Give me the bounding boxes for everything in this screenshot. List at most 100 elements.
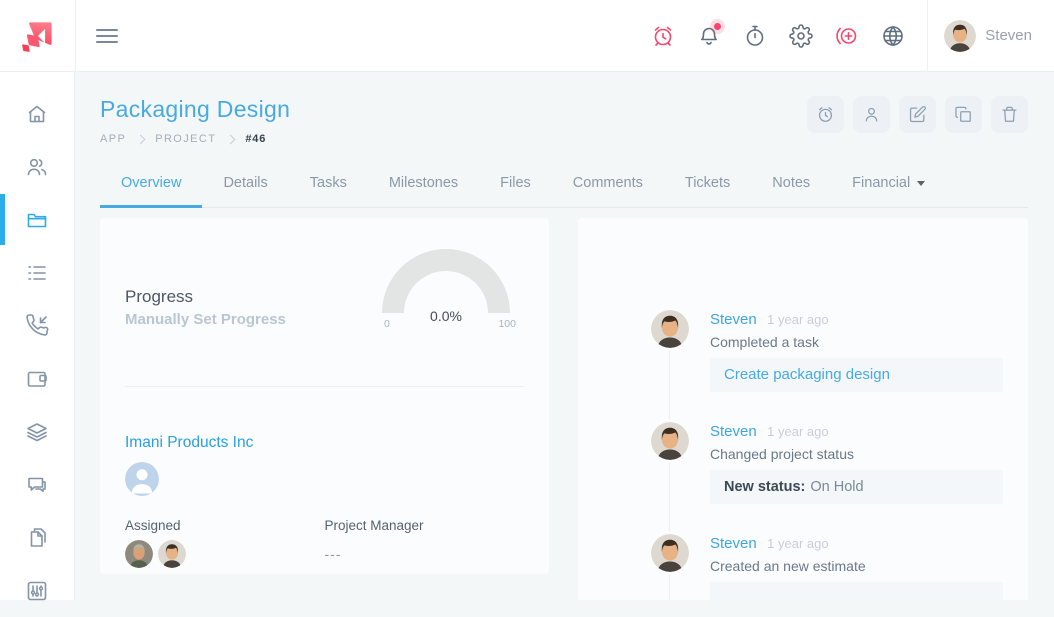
assigned-avatar[interactable] [125, 540, 153, 568]
main-content: Packaging Design APP PROJECT #46 Overvie… [76, 72, 1054, 600]
project-manager-value: --- [324, 546, 342, 562]
progress-gauge: 0.0% 0 100 [376, 243, 516, 330]
duplicate-button[interactable] [945, 96, 982, 133]
user-name: Steven [985, 27, 1032, 44]
sidebar-item-tasks[interactable] [0, 246, 74, 299]
status-label: New status: [724, 479, 806, 495]
activity-timestamp: 1 year ago [767, 424, 829, 439]
activity-action: Completed a task [710, 334, 819, 350]
user-avatar [944, 20, 976, 52]
pages-icon [30, 527, 46, 547]
delete-button[interactable] [991, 96, 1028, 133]
breadcrumb-app[interactable]: APP [100, 133, 126, 145]
sidebar-item-home[interactable] [0, 87, 74, 140]
activity-timestamp: 1 year ago [767, 536, 829, 551]
sidebar-item-chat[interactable] [0, 458, 74, 511]
user-link[interactable]: Steven [710, 423, 757, 440]
notifications-bell-icon[interactable] [697, 22, 722, 48]
sidebar-nav [0, 72, 75, 600]
home-icon [28, 105, 46, 122]
tab-tasks[interactable]: Tasks [310, 175, 347, 207]
timer-icon[interactable] [743, 24, 767, 48]
sidebar-item-stack[interactable] [0, 405, 74, 458]
activity-user-avatar [648, 531, 692, 575]
reminder-button[interactable] [807, 96, 844, 133]
tab-financial[interactable]: Financial [852, 175, 926, 207]
chevron-right-icon [135, 134, 146, 144]
brand-logo-icon [21, 21, 52, 52]
tab-milestones[interactable]: Milestones [389, 175, 458, 207]
project-tabs: Overview Details Tasks Milestones Files … [99, 175, 1028, 208]
activity-item: Steven 1 year ago Changed project status… [603, 419, 1003, 504]
activity-card: Steven 1 year ago Completed a task Creat… [578, 218, 1028, 600]
assign-user-button[interactable] [853, 96, 890, 133]
gauge-value: 0.0% [430, 308, 462, 324]
sidebar-item-documents[interactable] [0, 511, 74, 564]
activity-item: Steven 1 year ago Completed a task Creat… [603, 307, 1003, 392]
user-icon [865, 107, 878, 122]
page-actions [807, 96, 1028, 133]
sidebar-item-clients[interactable] [0, 140, 74, 193]
user-link[interactable]: Steven [710, 311, 757, 328]
notification-dot [714, 22, 722, 30]
top-bar: Steven [0, 0, 1054, 72]
quick-add-icon[interactable] [835, 24, 859, 48]
progress-card: Progress Manually Set Progress 0.0% 0 10… [100, 218, 549, 574]
alarm-clock-icon[interactable] [651, 24, 675, 48]
project-manager-label: Project Manager [324, 518, 424, 533]
tab-files[interactable]: Files [500, 175, 531, 207]
tab-overview[interactable]: Overview [99, 175, 204, 208]
activity-action: Created an new estimate [710, 558, 866, 574]
status-value: On Hold [810, 479, 864, 495]
divider [125, 386, 524, 387]
caret-down-icon [917, 180, 926, 186]
copy-icon [955, 106, 971, 122]
client-avatar-placeholder [125, 462, 159, 496]
activity-user-avatar [648, 307, 692, 351]
chevron-right-icon [225, 134, 236, 144]
assigned-avatar[interactable] [158, 540, 186, 568]
sidebar-item-payments[interactable] [0, 352, 74, 405]
task-link[interactable]: Create packaging design [724, 366, 890, 383]
settings-gear-icon[interactable] [789, 23, 814, 48]
edit-icon [909, 105, 926, 123]
activity-detail-box: New status: On Hold [710, 470, 1003, 504]
activity-detail-box [710, 582, 1003, 600]
gauge-arc [382, 249, 510, 313]
sidebar-item-calls[interactable] [0, 299, 74, 352]
progress-title: Progress [125, 287, 194, 306]
sidebar-item-preferences[interactable] [0, 564, 74, 617]
alarm-clock-icon [818, 107, 833, 122]
folder-icon [27, 213, 47, 227]
chat-icon [28, 477, 46, 492]
client-link[interactable]: Imani Products Inc [125, 434, 524, 452]
breadcrumb-project[interactable]: PROJECT [155, 133, 216, 145]
tab-tickets[interactable]: Tickets [685, 175, 730, 207]
list-icon [28, 265, 46, 280]
activity-user-avatar [648, 419, 692, 463]
tab-details[interactable]: Details [223, 175, 267, 207]
user-link[interactable]: Steven [710, 535, 757, 552]
activity-action: Changed project status [710, 446, 854, 462]
assigned-label: Assigned [125, 518, 181, 533]
breadcrumb: APP PROJECT #46 [100, 133, 290, 145]
activity-timeline: Steven 1 year ago Completed a task Creat… [603, 307, 1003, 600]
phone-incoming-icon [26, 313, 49, 336]
user-menu[interactable]: Steven [928, 20, 1054, 52]
activity-timestamp: 1 year ago [767, 312, 829, 327]
activity-detail-box: Create packaging design [710, 358, 1003, 392]
wallet-icon [27, 371, 47, 387]
page-title: Packaging Design [100, 96, 291, 122]
app-logo[interactable] [0, 0, 76, 71]
menu-toggle-button[interactable] [88, 17, 126, 55]
progress-subtitle: Manually Set Progress [125, 311, 286, 328]
sidebar-item-projects[interactable] [0, 193, 74, 246]
sliders-icon [27, 581, 47, 600]
globe-icon[interactable] [881, 24, 905, 48]
trash-icon [1002, 106, 1017, 122]
activity-item: Steven 1 year ago Created an new estimat… [603, 531, 1003, 600]
tab-notes[interactable]: Notes [772, 175, 810, 207]
breadcrumb-current: #46 [245, 133, 267, 145]
edit-button[interactable] [899, 96, 936, 133]
tab-comments[interactable]: Comments [573, 175, 643, 207]
